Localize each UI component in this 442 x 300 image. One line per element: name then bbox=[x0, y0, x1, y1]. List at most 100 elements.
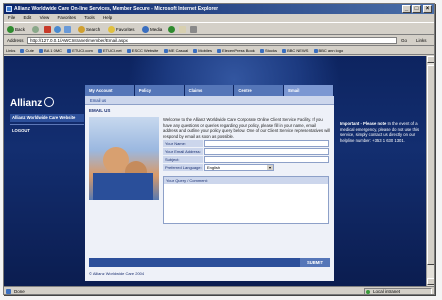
stop-button[interactable] bbox=[44, 25, 52, 34]
language-label: Preferred Language: bbox=[163, 164, 203, 171]
screen: Allianz Worldwide Care On-line Services,… bbox=[0, 0, 442, 300]
go-button[interactable]: Go bbox=[401, 37, 407, 44]
media-button[interactable]: Media bbox=[142, 25, 162, 34]
nav-divider bbox=[10, 124, 84, 125]
notice-title: Important - Please note bbox=[340, 121, 387, 126]
menu-bar: File Edit View Favorites Tools Help bbox=[4, 14, 434, 22]
tab-my-account[interactable]: My Account bbox=[85, 85, 135, 96]
page-icon bbox=[126, 48, 131, 53]
favorites-button[interactable]: Favorites bbox=[108, 25, 135, 34]
email-input[interactable] bbox=[204, 148, 329, 155]
form-row-subject: Subject: bbox=[163, 156, 329, 163]
status-bar: Done Local intranet bbox=[4, 286, 434, 294]
search-button[interactable]: Search bbox=[78, 25, 100, 34]
address-bar: Address http://127.0.0.1/AWCIntranet/mem… bbox=[4, 35, 434, 46]
links-bar-label: Links bbox=[6, 48, 16, 53]
page-title: EMAIL US bbox=[89, 108, 111, 113]
menu-file[interactable]: File bbox=[8, 15, 15, 20]
copyright-text: © Allianz Worldwide Care 2004 bbox=[89, 271, 145, 276]
page-icon bbox=[39, 48, 44, 53]
tab-email[interactable]: Email bbox=[284, 85, 334, 96]
address-label: Address bbox=[7, 38, 24, 43]
left-nav: Allianz Worldwide Care Website LOGOUT bbox=[10, 114, 84, 135]
scroll-up-arrow[interactable] bbox=[427, 56, 434, 63]
media-icon bbox=[142, 26, 149, 34]
links-label[interactable]: Links bbox=[416, 37, 427, 44]
refresh-icon bbox=[54, 26, 61, 34]
tab-policy[interactable]: Policy bbox=[134, 85, 185, 96]
page-icon bbox=[217, 48, 222, 53]
forward-arrow-icon bbox=[32, 26, 39, 34]
mail-button[interactable] bbox=[179, 25, 187, 34]
tab-claims[interactable]: Claims bbox=[184, 85, 235, 96]
forward-button[interactable] bbox=[32, 25, 40, 34]
maximize-button[interactable]: □ bbox=[412, 5, 421, 13]
link-item[interactable]: ElecenPress Book bbox=[217, 48, 255, 53]
print-icon bbox=[190, 26, 197, 34]
link-item[interactable]: Cute bbox=[20, 48, 34, 53]
link-item[interactable]: Mobiles bbox=[193, 48, 212, 53]
tab-centre[interactable]: Centre bbox=[234, 85, 285, 96]
intranet-zone-icon bbox=[366, 290, 370, 294]
page-icon bbox=[163, 48, 168, 53]
zone-label: Local intranet bbox=[373, 289, 401, 294]
close-button[interactable]: × bbox=[423, 5, 432, 13]
menu-edit[interactable]: Edit bbox=[24, 15, 32, 20]
nav-item-website[interactable]: Allianz Worldwide Care Website bbox=[10, 114, 84, 122]
submit-button[interactable]: SUBMIT bbox=[300, 258, 330, 267]
address-input[interactable]: http://127.0.0.1/AWCIntranet/member/Emai… bbox=[27, 37, 397, 44]
links-bar: Links Cute BA 1 0MC ETUCI.com ETUCI.net … bbox=[4, 46, 434, 55]
link-item[interactable]: BBC NEWS bbox=[282, 48, 308, 53]
page-icon bbox=[313, 48, 318, 53]
toolbar: Back Search Favorites Media bbox=[4, 22, 434, 35]
intro-text: Welcome to the Allianz Worldwide Care Co… bbox=[163, 117, 331, 139]
subject-input[interactable] bbox=[204, 156, 329, 163]
print-button[interactable] bbox=[190, 25, 198, 34]
submit-bar: SUBMIT bbox=[89, 258, 330, 267]
minimize-button[interactable]: _ bbox=[402, 5, 411, 13]
history-icon bbox=[168, 26, 175, 34]
page-icon bbox=[193, 48, 198, 53]
chevron-down-icon[interactable]: ▾ bbox=[267, 165, 273, 170]
page-icon bbox=[97, 48, 102, 53]
query-textarea[interactable]: Your Query / Comment: bbox=[163, 176, 329, 224]
link-item[interactable]: BBC ann logo bbox=[313, 48, 343, 53]
menu-favorites[interactable]: Favorites bbox=[58, 15, 77, 20]
link-item[interactable]: ETUCI.com bbox=[67, 48, 93, 53]
form-row-name: Your Name: bbox=[163, 140, 329, 147]
nav-item-logout[interactable]: LOGOUT bbox=[10, 127, 84, 135]
sub-nav-email-us[interactable]: Email us bbox=[85, 96, 334, 105]
title-bar: Allianz Worldwide Care On-line Services,… bbox=[4, 4, 434, 14]
back-arrow-icon bbox=[7, 26, 14, 34]
email-panel: EMAIL US Welcome to the Allianz Worldwid… bbox=[85, 105, 334, 281]
history-button[interactable] bbox=[168, 25, 176, 34]
menu-view[interactable]: View bbox=[40, 15, 50, 20]
brand-name: Allianz bbox=[10, 98, 43, 109]
star-icon bbox=[108, 26, 115, 34]
menu-help[interactable]: Help bbox=[103, 15, 112, 20]
query-label: Your Query / Comment: bbox=[164, 177, 328, 184]
link-item[interactable]: Stocks bbox=[259, 48, 277, 53]
emergency-notice: Important - Please note In the event of … bbox=[340, 121, 424, 143]
page-icon bbox=[67, 48, 72, 53]
page-icon bbox=[259, 48, 264, 53]
security-zone: Local intranet bbox=[364, 288, 432, 294]
menu-tools[interactable]: Tools bbox=[84, 15, 95, 20]
mail-icon bbox=[179, 26, 186, 34]
back-button[interactable]: Back bbox=[7, 25, 25, 34]
link-item[interactable]: ETUCI.net bbox=[97, 48, 122, 53]
main-tabs: My Account Policy Claims Centre Email bbox=[85, 85, 334, 96]
scroll-thumb[interactable] bbox=[427, 65, 434, 265]
link-item[interactable]: ESCC Website bbox=[126, 48, 158, 53]
home-icon bbox=[64, 26, 71, 34]
name-input[interactable] bbox=[204, 140, 329, 147]
link-item[interactable]: BA 1 0MC bbox=[39, 48, 62, 53]
vertical-scrollbar[interactable] bbox=[426, 56, 434, 286]
page-icon bbox=[20, 48, 25, 53]
refresh-button[interactable] bbox=[54, 25, 62, 34]
language-select[interactable]: English ▾ bbox=[204, 164, 274, 171]
scroll-down-arrow[interactable] bbox=[427, 278, 434, 285]
link-item[interactable]: ME Casual bbox=[163, 48, 188, 53]
home-button[interactable] bbox=[64, 25, 72, 34]
email-label: Your Email Address: bbox=[163, 148, 203, 155]
